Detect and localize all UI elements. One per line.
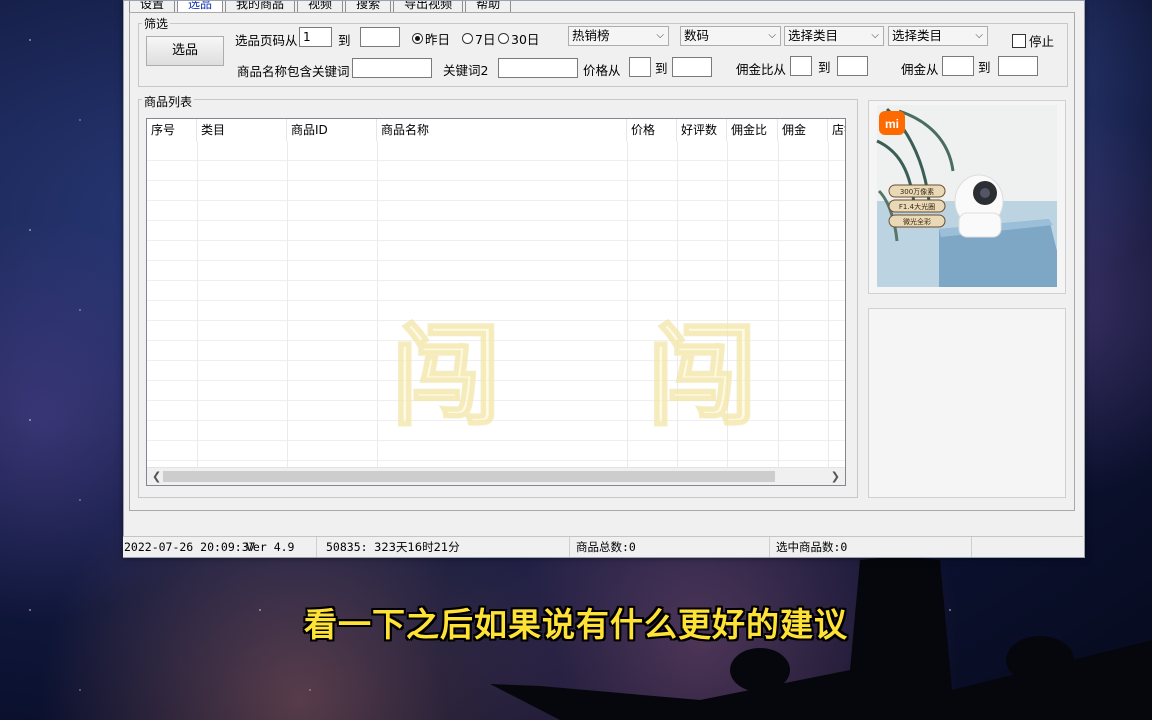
status-bar: 2022-07-26 20:09:37 Ver 4.9 50835: 323天1… [123, 536, 1083, 557]
column-divider [287, 141, 288, 485]
column-header-rating-count[interactable]: 好评数 [677, 119, 727, 141]
price-from-input[interactable] [629, 57, 651, 77]
secondary-preview-panel [868, 308, 1066, 498]
column-divider [727, 141, 728, 485]
commission-to-label: 到 [978, 60, 991, 75]
subcategory-select-1-value: 选择类目 [788, 28, 839, 43]
status-total: 商品总数:0 [576, 537, 770, 557]
table-rows [147, 141, 845, 485]
column-header-product-name[interactable]: 商品名称 [377, 119, 627, 141]
column-divider [377, 141, 378, 485]
stop-checkbox[interactable]: 停止 [1012, 31, 1054, 50]
page-from-label: 选品页码从 [235, 33, 298, 48]
chevron-down-icon: ⌵ [656, 30, 664, 41]
commission-rate-from-input[interactable] [790, 56, 812, 76]
column-header-shop[interactable]: 店铺 [828, 119, 845, 141]
status-remaining: 323天16时21分 [374, 537, 570, 557]
page-to-label: 到 [338, 33, 351, 48]
video-subtitle: 看一下之后如果说有什么更好的建议 [304, 605, 848, 644]
keyword-label: 商品名称包含关键词 [237, 64, 350, 79]
badge-night: 微光全彩 [903, 217, 931, 226]
product-image: mi 300万像素 F1.4大光圈 微光全彩 [876, 105, 1057, 287]
commission-rate-to-input[interactable] [837, 56, 868, 76]
commission-rate-label: 佣金比从 [736, 62, 787, 77]
scroll-right-icon[interactable]: ❯ [831, 468, 840, 485]
subcategory-select-1[interactable]: 选择类目 ⌵ [784, 26, 884, 46]
status-code: 50835: [326, 540, 368, 554]
column-divider [828, 141, 829, 485]
column-header-price[interactable]: 价格 [627, 119, 677, 141]
column-header-commission[interactable]: 佣金 [778, 119, 828, 141]
radio-yesterday-label: 昨日 [425, 32, 451, 47]
radio-7days-label: 7日 [475, 32, 496, 47]
column-divider [197, 141, 198, 485]
subcategory-select-2-value: 选择类目 [892, 28, 943, 43]
column-header-commission-rate[interactable]: 佣金比 [727, 119, 778, 141]
column-header-category[interactable]: 类目 [197, 119, 287, 141]
page-from-input[interactable]: 1 [299, 27, 332, 47]
keyword-input[interactable] [352, 58, 432, 78]
select-button[interactable]: 选品 [146, 36, 224, 66]
radio-dot-7days [462, 33, 473, 44]
commission-rate-to-label: 到 [818, 60, 831, 75]
badge-aperture: F1.4大光圈 [899, 202, 935, 211]
product-table[interactable]: 序号 类目 商品ID 商品名称 价格 好评数 佣金比 佣金 店铺 闯 闯 ❮ ❯ [146, 118, 846, 486]
table-header: 序号 类目 商品ID 商品名称 价格 好评数 佣金比 佣金 店铺 [147, 119, 845, 141]
price-to-input[interactable] [672, 57, 712, 77]
column-divider [627, 141, 628, 485]
radio-dot-30days [498, 33, 509, 44]
rank-select-value: 热销榜 [572, 28, 610, 43]
stop-checkbox-box [1012, 33, 1026, 48]
subcategory-select-2[interactable]: 选择类目 ⌵ [888, 26, 988, 46]
column-divider [778, 141, 779, 485]
status-datetime: 2022-07-26 20:09:37 [124, 540, 256, 554]
horizontal-scrollbar[interactable]: ❮ ❯ [147, 467, 845, 485]
radio-7days[interactable]: 7日 [462, 29, 495, 48]
product-image-panel: mi 300万像素 F1.4大光圈 微光全彩 [868, 100, 1066, 294]
column-header-product-id[interactable]: 商品ID [287, 119, 377, 141]
status-version: Ver 4.9 [246, 537, 317, 557]
scrollbar-thumb[interactable] [163, 471, 775, 482]
badge-resolution: 300万像素 [900, 187, 934, 196]
radio-30days[interactable]: 30日 [498, 29, 539, 48]
product-list-label: 商品列表 [142, 93, 195, 110]
chevron-down-icon: ⌵ [975, 30, 983, 41]
column-header-index[interactable]: 序号 [147, 119, 197, 141]
scroll-left-icon[interactable]: ❮ [152, 468, 161, 485]
radio-yesterday[interactable]: 昨日 [412, 29, 450, 48]
commission-label: 佣金从 [901, 62, 939, 77]
filter-group-label: 筛选 [142, 15, 171, 32]
keyword2-input[interactable] [498, 58, 578, 78]
status-selected: 选中商品数:0 [776, 537, 972, 557]
radio-dot-yesterday [412, 33, 423, 44]
keyword2-label: 关键词2 [443, 63, 489, 78]
price-from-label: 价格从 [583, 63, 621, 78]
price-to-label: 到 [655, 61, 668, 76]
category-select-value: 数码 [684, 28, 710, 43]
column-divider [677, 141, 678, 485]
commission-to-input[interactable] [998, 56, 1038, 76]
stop-checkbox-label: 停止 [1029, 34, 1055, 49]
chevron-down-icon: ⌵ [871, 30, 879, 41]
chevron-down-icon: ⌵ [768, 30, 776, 41]
page-to-input[interactable] [360, 27, 400, 47]
rank-select[interactable]: 热销榜 ⌵ [568, 26, 669, 46]
category-select[interactable]: 数码 ⌵ [680, 26, 781, 46]
commission-from-input[interactable] [942, 56, 974, 76]
svg-text:mi: mi [885, 117, 899, 131]
radio-30days-label: 30日 [511, 32, 540, 47]
